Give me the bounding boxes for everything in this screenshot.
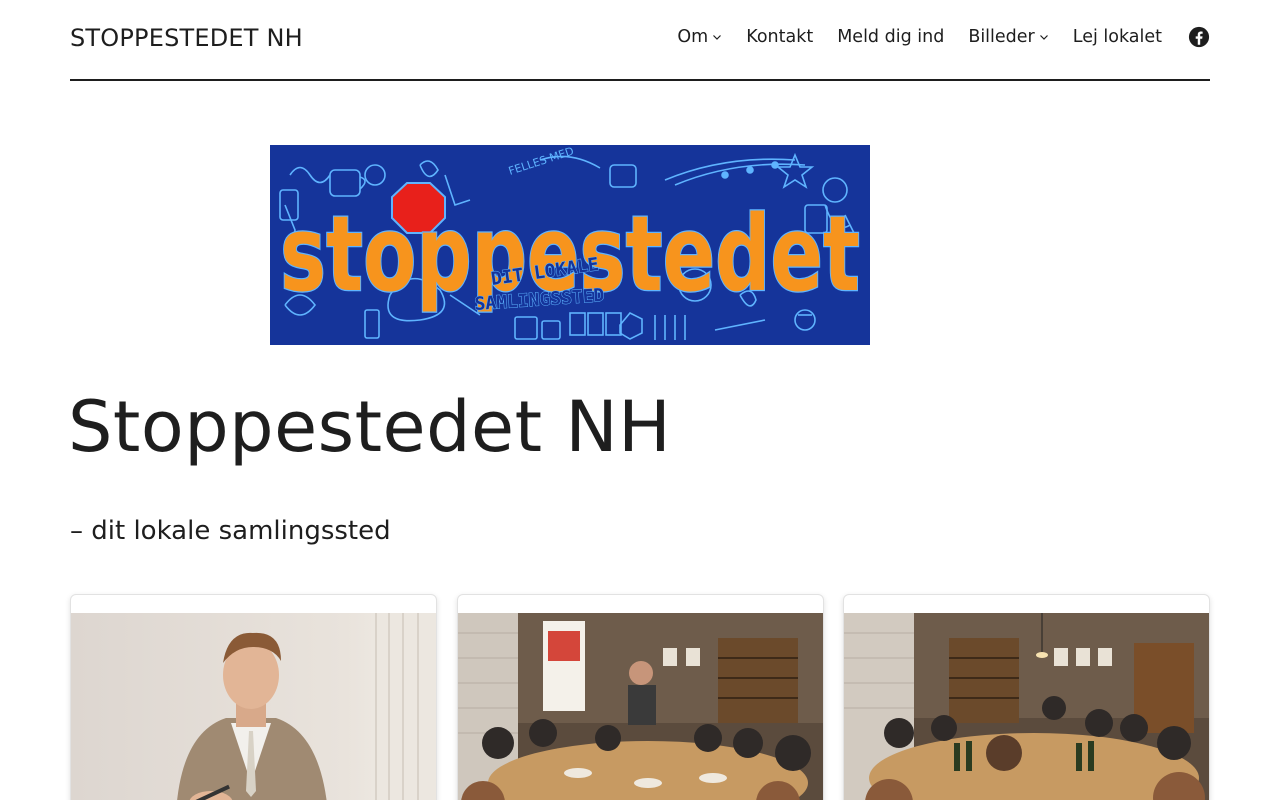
site-title[interactable]: STOPPESTEDET NH: [70, 24, 303, 52]
group-dinner-speaker-photo: [458, 613, 823, 800]
chevron-down-icon: [713, 35, 722, 40]
card-grid: [70, 594, 1210, 800]
nav-item-meld-dig-ind[interactable]: Meld dig ind: [837, 27, 944, 47]
nav-item-kontakt[interactable]: Kontakt: [746, 27, 813, 47]
stoppestedet-logo-banner: FELLES MED stoppestedet DIT LOKALE SAMLI…: [270, 145, 870, 345]
nav-item-label: Lej lokalet: [1072, 27, 1162, 47]
chevron-down-icon: [1039, 35, 1048, 40]
nav-item-label: Om: [677, 27, 709, 47]
nav-item-lej-lokalet[interactable]: Lej lokalet: [1073, 27, 1162, 47]
card[interactable]: [457, 594, 824, 800]
nav-item-billeder[interactable]: Billeder: [968, 27, 1048, 47]
nav-item-label: Meld dig ind: [837, 27, 945, 47]
man-signing-photo: [71, 613, 436, 800]
site-header: STOPPESTEDET NH Om Kontakt Meld dig ind …: [70, 0, 1210, 81]
card-image-group-dinner-speaker[interactable]: [458, 613, 823, 800]
group-dinner-wine-photo: [844, 613, 1209, 800]
nav-item-om[interactable]: Om: [677, 27, 722, 47]
nav-item-label: Billeder: [968, 27, 1035, 47]
page-title: Stoppestedet NH: [68, 386, 672, 468]
card-image-man-signing[interactable]: [71, 613, 436, 800]
card[interactable]: [843, 594, 1210, 800]
card-image-group-dinner-wine[interactable]: [844, 613, 1209, 800]
card[interactable]: [70, 594, 437, 800]
banner-illustration: FELLES MED stoppestedet DIT LOKALE SAMLI…: [270, 145, 870, 345]
main-navigation: Om Kontakt Meld dig ind Billeder Lej lok…: [677, 26, 1210, 48]
facebook-icon[interactable]: [1188, 26, 1210, 48]
page-tagline: – dit lokale samlingssted: [70, 516, 391, 546]
nav-item-label: Kontakt: [746, 27, 814, 47]
